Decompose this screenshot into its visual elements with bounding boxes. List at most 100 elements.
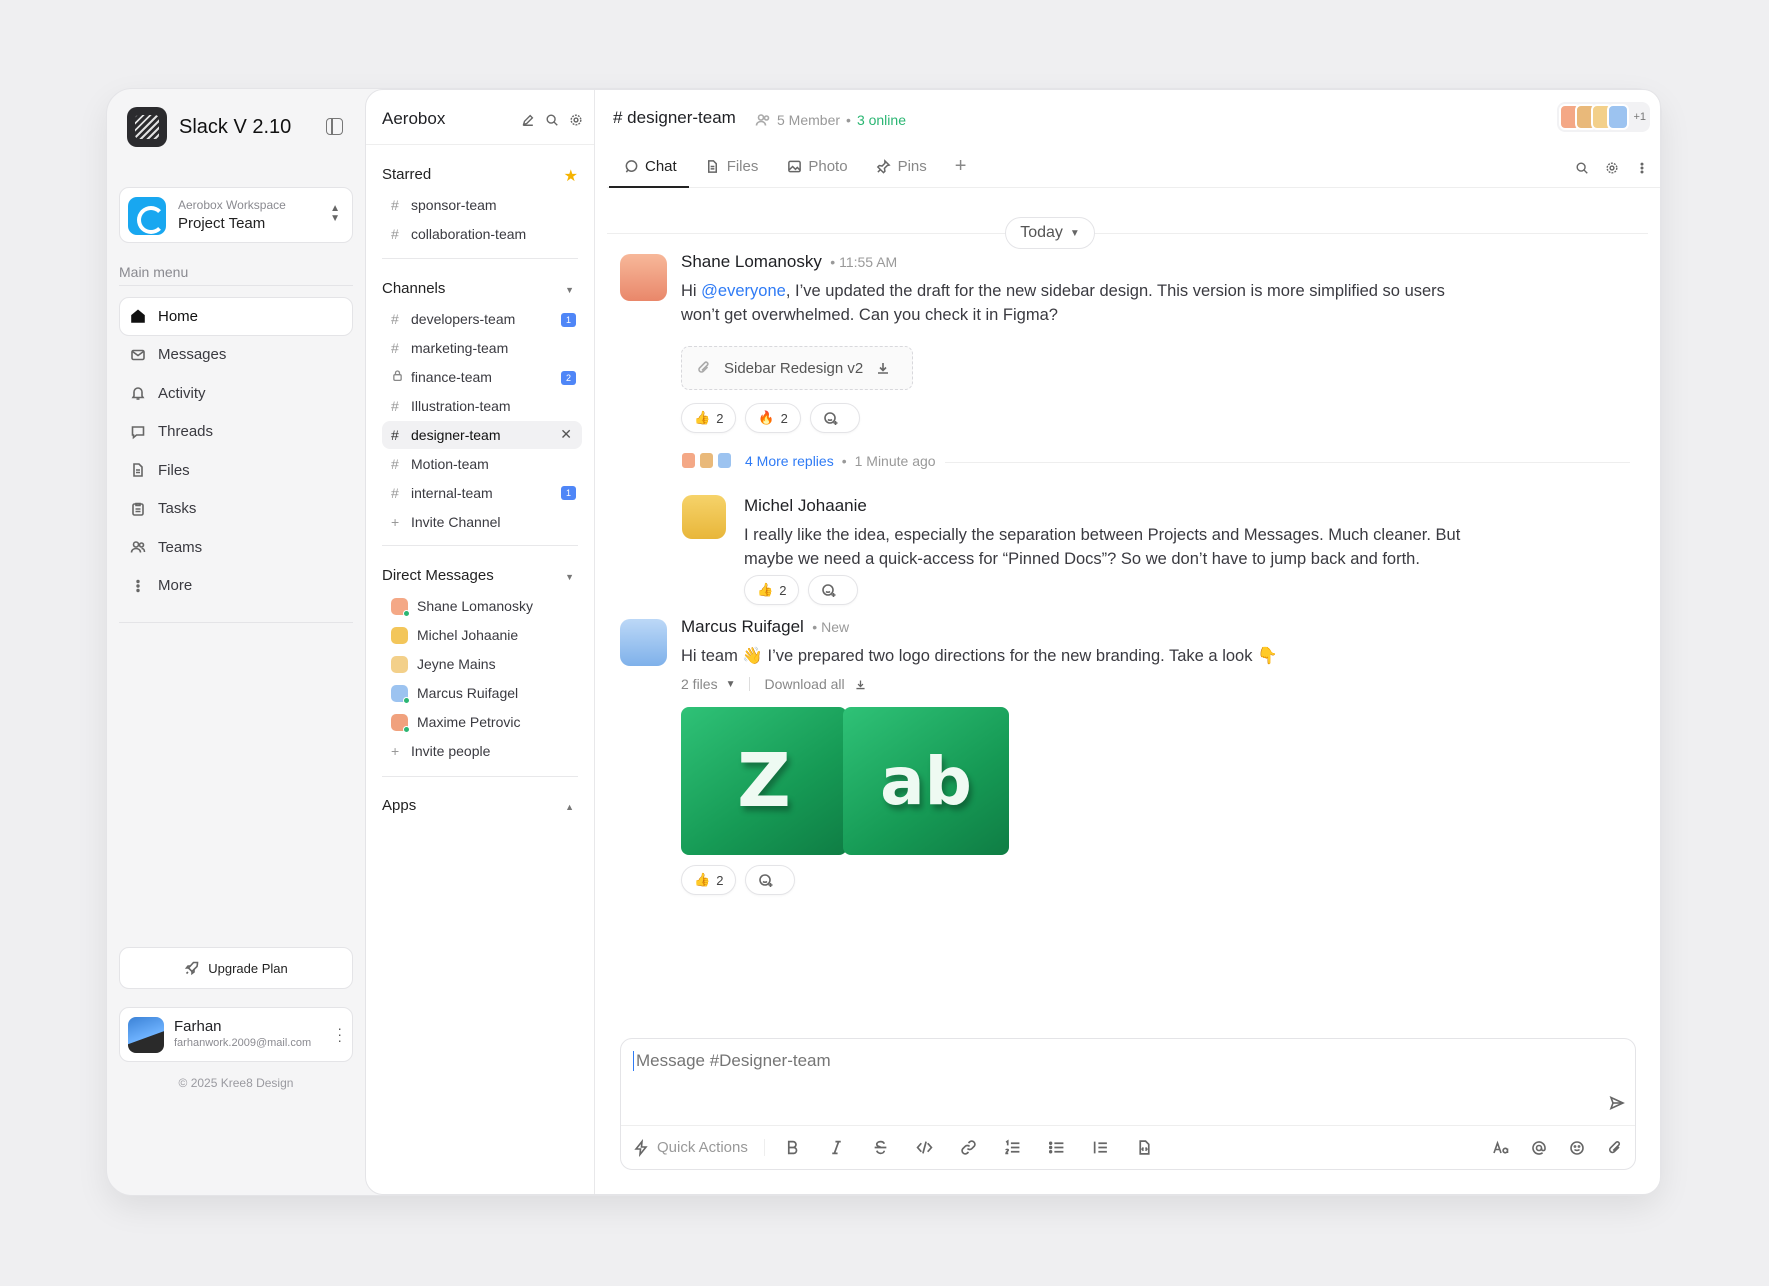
chevron-down-icon[interactable]: ▼ [565, 572, 574, 582]
user-card[interactable]: Farhan farhanwork.2009@mail.com · · · [119, 1007, 353, 1062]
channel-item-illustration-team[interactable]: # Illustration-team [382, 392, 582, 421]
bell-icon [130, 385, 146, 401]
dm-item[interactable]: Maxime Petrovic [382, 708, 582, 737]
reaction-bar: 👍 2 [681, 865, 796, 895]
numbered-list-icon[interactable] [1003, 1138, 1023, 1158]
reaction-thumbs-up[interactable]: 👍 2 [681, 865, 737, 895]
mention-link[interactable]: @everyone [701, 282, 786, 300]
chevron-up-icon[interactable]: ▲ [565, 802, 574, 812]
dm-item[interactable]: Michel Johaanie [382, 621, 582, 650]
paperclip-icon[interactable] [1607, 1140, 1623, 1156]
invite-people-button[interactable]: + Invite people [382, 736, 582, 765]
nav-item-activity[interactable]: Activity [119, 374, 353, 413]
code-icon[interactable] [915, 1138, 935, 1158]
member-count[interactable]: 5 Member [777, 112, 840, 128]
message-author[interactable]: Shane Lomanosky [681, 252, 822, 271]
user-email: farhanwork.2009@mail.com [174, 1037, 312, 1049]
tab-chat[interactable]: Chat [609, 146, 689, 188]
hash-icon: # [391, 340, 399, 357]
tab-label: Files [726, 158, 759, 175]
add-emoji-icon [821, 582, 837, 598]
italic-icon[interactable] [827, 1138, 847, 1158]
blockquote-icon[interactable] [1091, 1138, 1111, 1158]
channel-item-marketing-team[interactable]: # marketing-team [382, 334, 582, 363]
more-replies-link[interactable]: 4 More replies [745, 453, 834, 469]
channel-item-developers-team[interactable]: # developers-team 1 [382, 305, 582, 334]
more-options-icon[interactable]: · · · [337, 1021, 342, 1047]
dm-item[interactable]: Jeyne Mains [382, 650, 582, 679]
message-author[interactable]: Michel Johaanie [744, 496, 867, 515]
link-icon[interactable] [959, 1138, 979, 1158]
more-vertical-icon[interactable] [1634, 160, 1650, 176]
tab-photo[interactable]: Photo [786, 146, 848, 187]
chevron-down-icon[interactable]: ▼ [565, 285, 574, 295]
document-code-icon[interactable] [1135, 1138, 1155, 1158]
bold-icon[interactable] [783, 1138, 803, 1158]
nav-item-more[interactable]: More [119, 567, 353, 606]
gear-icon[interactable] [1604, 160, 1620, 176]
channel-item-motion-team[interactable]: # Motion-team [382, 449, 582, 478]
nav-item-tasks[interactable]: Tasks [119, 490, 353, 529]
text-format-icon[interactable] [1493, 1140, 1509, 1156]
fire-icon: 🔥 [758, 410, 775, 425]
strikethrough-icon[interactable] [871, 1138, 891, 1158]
tab-pins[interactable]: Pins [876, 146, 927, 187]
search-icon[interactable] [544, 112, 560, 128]
bulleted-list-icon[interactable] [1047, 1138, 1067, 1158]
channel-item-designer-team[interactable]: # designer-team ✕ [382, 420, 582, 450]
download-icon[interactable] [853, 676, 869, 692]
emoji-icon[interactable] [1569, 1140, 1585, 1156]
image-attachment-logo-1[interactable]: Z [681, 707, 847, 855]
download-icon[interactable] [875, 360, 891, 376]
close-icon[interactable]: ✕ [560, 426, 572, 443]
message-header: Marcus Ruifagel • New [681, 617, 849, 637]
gear-icon[interactable] [568, 112, 584, 128]
tab-files[interactable]: Files [705, 146, 759, 187]
nav-item-teams[interactable]: Teams [119, 528, 353, 567]
starred-channel[interactable]: # sponsor-team [382, 191, 582, 220]
nav-item-files[interactable]: Files [119, 451, 353, 490]
reaction-thumbs-up[interactable]: 👍 2 [744, 575, 800, 605]
reaction-bar: 👍 2 🔥 2 [681, 403, 860, 433]
reaction-fire[interactable]: 🔥 2 [745, 403, 801, 433]
invite-channel-button[interactable]: + Invite Channel [382, 507, 582, 536]
channel-name: finance-team [411, 369, 492, 386]
avatar [717, 452, 732, 469]
divider [366, 144, 594, 145]
add-tab-button[interactable]: + [955, 146, 967, 187]
divider [749, 677, 751, 691]
nav-item-home[interactable]: Home [119, 297, 353, 336]
reaction-thumbs-up[interactable]: 👍 2 [681, 403, 737, 433]
download-all-button[interactable]: Download all [764, 676, 844, 692]
dm-item[interactable]: Marcus Ruifagel [382, 679, 582, 708]
mention-icon[interactable] [1531, 1140, 1547, 1156]
quick-actions-button[interactable]: Quick Actions [633, 1138, 765, 1157]
chevron-down-icon[interactable]: ▼ [726, 679, 736, 690]
starred-channel[interactable]: # collaboration-team [382, 220, 582, 249]
attachment-name: Sidebar Redesign v2 [724, 359, 864, 377]
image-attachment-logo-2[interactable]: ab [843, 707, 1009, 855]
thread-divider [945, 462, 1630, 463]
file-attachment[interactable]: Sidebar Redesign v2 [681, 346, 913, 390]
files-count[interactable]: 2 files [681, 676, 718, 692]
add-reaction-button[interactable] [809, 403, 860, 433]
add-reaction-button[interactable] [808, 575, 859, 605]
date-divider[interactable]: Today ▼ [1005, 217, 1095, 249]
nav-item-threads[interactable]: Threads [119, 413, 353, 452]
nav-item-messages[interactable]: Messages [119, 336, 353, 375]
edit-icon[interactable] [520, 112, 536, 128]
channel-item-finance-team[interactable]: finance-team 2 [382, 363, 582, 392]
channel-item-internal-team[interactable]: # internal-team 1 [382, 478, 582, 507]
sidebar-toggle-icon[interactable] [326, 118, 343, 135]
search-icon[interactable] [1574, 160, 1590, 176]
workspace-switcher[interactable]: Aerobox Workspace Project Team ▲ ▼ [119, 187, 353, 243]
member-avatars[interactable]: +1 [1557, 102, 1650, 132]
dm-item[interactable]: Shane Lomanosky [382, 592, 582, 621]
add-reaction-button[interactable] [745, 865, 796, 895]
message-author[interactable]: Marcus Ruifagel [681, 617, 804, 636]
send-icon[interactable] [1609, 1095, 1625, 1111]
chat-bubble-icon [623, 159, 639, 175]
message-input[interactable] [633, 1051, 1595, 1071]
upgrade-plan-button[interactable]: Upgrade Plan [119, 947, 353, 989]
plus-icon: + [954, 155, 967, 177]
